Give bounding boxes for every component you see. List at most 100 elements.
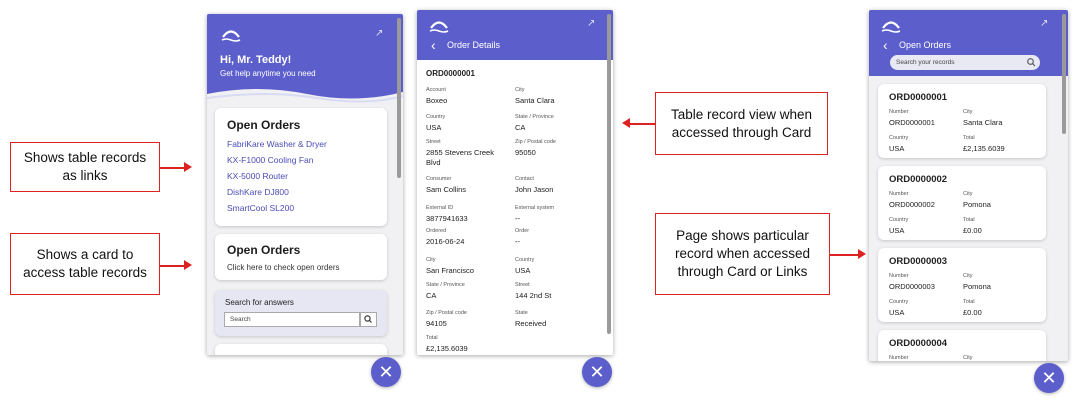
scrollbar[interactable] (607, 14, 611, 334)
record-number: ORD0000001 (889, 118, 935, 127)
record-total: £0.00 (963, 308, 982, 317)
number-label: Number (889, 191, 909, 197)
partial-card (215, 344, 387, 355)
country-label: Country (889, 135, 909, 141)
detail-value: CA (426, 291, 437, 300)
order-details-header: ↗ ‹ Order Details (417, 10, 613, 60)
open-orders-card[interactable]: Open Orders Click here to check open ord… (215, 234, 387, 280)
close-button-2[interactable]: ✕ (582, 357, 612, 387)
search-title: Search for answers (225, 298, 294, 307)
detail-value: -- (515, 237, 520, 246)
arrow-head-record-view (622, 118, 630, 128)
detail-label: State (515, 310, 528, 316)
open-orders-links-card: Open Orders FabriKare Washer & Dryer KX-… (215, 108, 387, 226)
total-label: Total (963, 135, 975, 141)
callout-particular-record: Page shows particular record when access… (655, 213, 830, 295)
number-label: Number (889, 355, 909, 361)
greeting-subtitle: Get help anytime you need (220, 69, 316, 78)
order-link-4[interactable]: DishKare DJ800 (227, 187, 289, 197)
detail-label: External ID (426, 205, 454, 211)
detail-value: Sam Collins (426, 185, 467, 194)
search-placeholder: Search (230, 316, 251, 323)
detail-value: 144 2nd St (515, 291, 552, 300)
record-card[interactable]: ORD0000001 Number City ORD0000001 Santa Clar… (878, 84, 1046, 158)
order-link-1[interactable]: FabriKare Washer & Dryer (227, 139, 327, 149)
order-link-5[interactable]: SmartCool SL200 (227, 203, 294, 213)
record-id: ORD0000002 (889, 174, 948, 185)
detail-value: 2016-06-24 (426, 237, 465, 246)
detail-value: 94105 (426, 319, 447, 328)
open-orders-card-title: Open Orders (227, 243, 301, 257)
detail-label: Account (426, 87, 446, 93)
record-card[interactable]: ORD0000002 Number City ORD0000002 Pomona Coun… (878, 166, 1046, 240)
arrow-head-particular-record (858, 249, 866, 259)
record-city: Santa Clara (963, 118, 1003, 127)
callout-table-links: Shows table records as links (10, 142, 160, 192)
detail-label: Total (426, 335, 438, 341)
record-card[interactable]: ORD0000003 Number City ORD0000003 Pomona Coun… (878, 248, 1046, 322)
arrow-head-table-links (184, 162, 192, 172)
scrollbar[interactable] (1062, 14, 1066, 134)
scrollbar[interactable] (397, 18, 401, 178)
record-number: ORD0000002 (889, 200, 935, 209)
open-orders-title: Open Orders (899, 40, 952, 50)
record-city: Pomona (963, 200, 991, 209)
detail-value: John Jason (515, 185, 554, 194)
city-label: City (963, 191, 973, 197)
detail-label: Country (426, 114, 446, 120)
city-label: City (963, 355, 973, 361)
record-card[interactable]: ORD0000004 Number City (878, 330, 1046, 361)
expand-icon[interactable]: ↗ (587, 18, 595, 29)
country-label: Country (889, 217, 909, 223)
order-link-3[interactable]: KX-5000 Router (227, 171, 288, 181)
record-id: ORD0000001 (889, 92, 948, 103)
search-card: Search for answers Search (215, 290, 387, 336)
record-id: ORD0000003 (889, 256, 948, 267)
detail-label: Consumer (426, 176, 452, 182)
logo-icon (429, 21, 449, 33)
detail-label: State / Province (426, 282, 465, 288)
number-label: Number (889, 273, 909, 279)
detail-label: Contact (515, 176, 534, 182)
detail-label: State / Province (515, 114, 554, 120)
detail-value: USA (426, 123, 442, 132)
open-orders-title: Open Orders (227, 118, 301, 132)
order-details-panel: ↗ ‹ Order Details ORD0000001 Account Boxe… (417, 10, 613, 355)
close-button-3[interactable]: ✕ (1034, 363, 1064, 393)
callout-record-view: Table record view when accessed through … (655, 92, 828, 155)
record-id: ORD0000004 (889, 338, 948, 349)
record-total: £0.00 (963, 226, 982, 235)
order-link-2[interactable]: KX-F1000 Cooling Fan (227, 155, 313, 165)
search-icon (364, 315, 372, 323)
detail-label: Ordered (426, 228, 447, 234)
detail-label: Street (515, 282, 530, 288)
back-icon[interactable]: ‹ (883, 37, 888, 53)
detail-label: Street (426, 139, 441, 145)
detail-value: 95050 (515, 148, 536, 157)
record-total: £2,135.6039 (963, 144, 1005, 153)
detail-value: 3877941633 (426, 214, 468, 223)
record-number: ORD0000003 (889, 282, 935, 291)
detail-value: -- (515, 214, 520, 223)
expand-icon[interactable]: ↗ (1040, 18, 1048, 29)
search-button[interactable] (360, 312, 377, 327)
open-orders-header: ↗ ‹ Open Orders Search your records (869, 10, 1068, 76)
logo-icon (881, 21, 901, 33)
records-search-placeholder: Search your records (896, 58, 955, 66)
expand-icon[interactable]: ↗ (375, 28, 383, 39)
detail-label: Order (515, 228, 530, 234)
detail-label: External system (515, 205, 555, 211)
header-wave (207, 89, 403, 106)
back-icon[interactable]: ‹ (431, 37, 436, 53)
close-button-1[interactable]: ✕ (371, 357, 401, 387)
search-input[interactable]: Search (224, 312, 360, 327)
greeting: Hi, Mr. Teddy! (220, 54, 292, 66)
detail-value: 2855 Stevens Creek Blvd (426, 148, 494, 167)
order-number: ORD0000001 (426, 69, 475, 78)
records-search-input[interactable]: Search your records (890, 55, 1040, 70)
number-label: Number (889, 109, 909, 115)
city-label: City (963, 109, 973, 115)
home-panel: ↗ Hi, Mr. Teddy! Get help anytime you ne… (207, 14, 403, 355)
detail-value: San Francisco (426, 266, 474, 275)
arrow-card-access (160, 265, 184, 267)
